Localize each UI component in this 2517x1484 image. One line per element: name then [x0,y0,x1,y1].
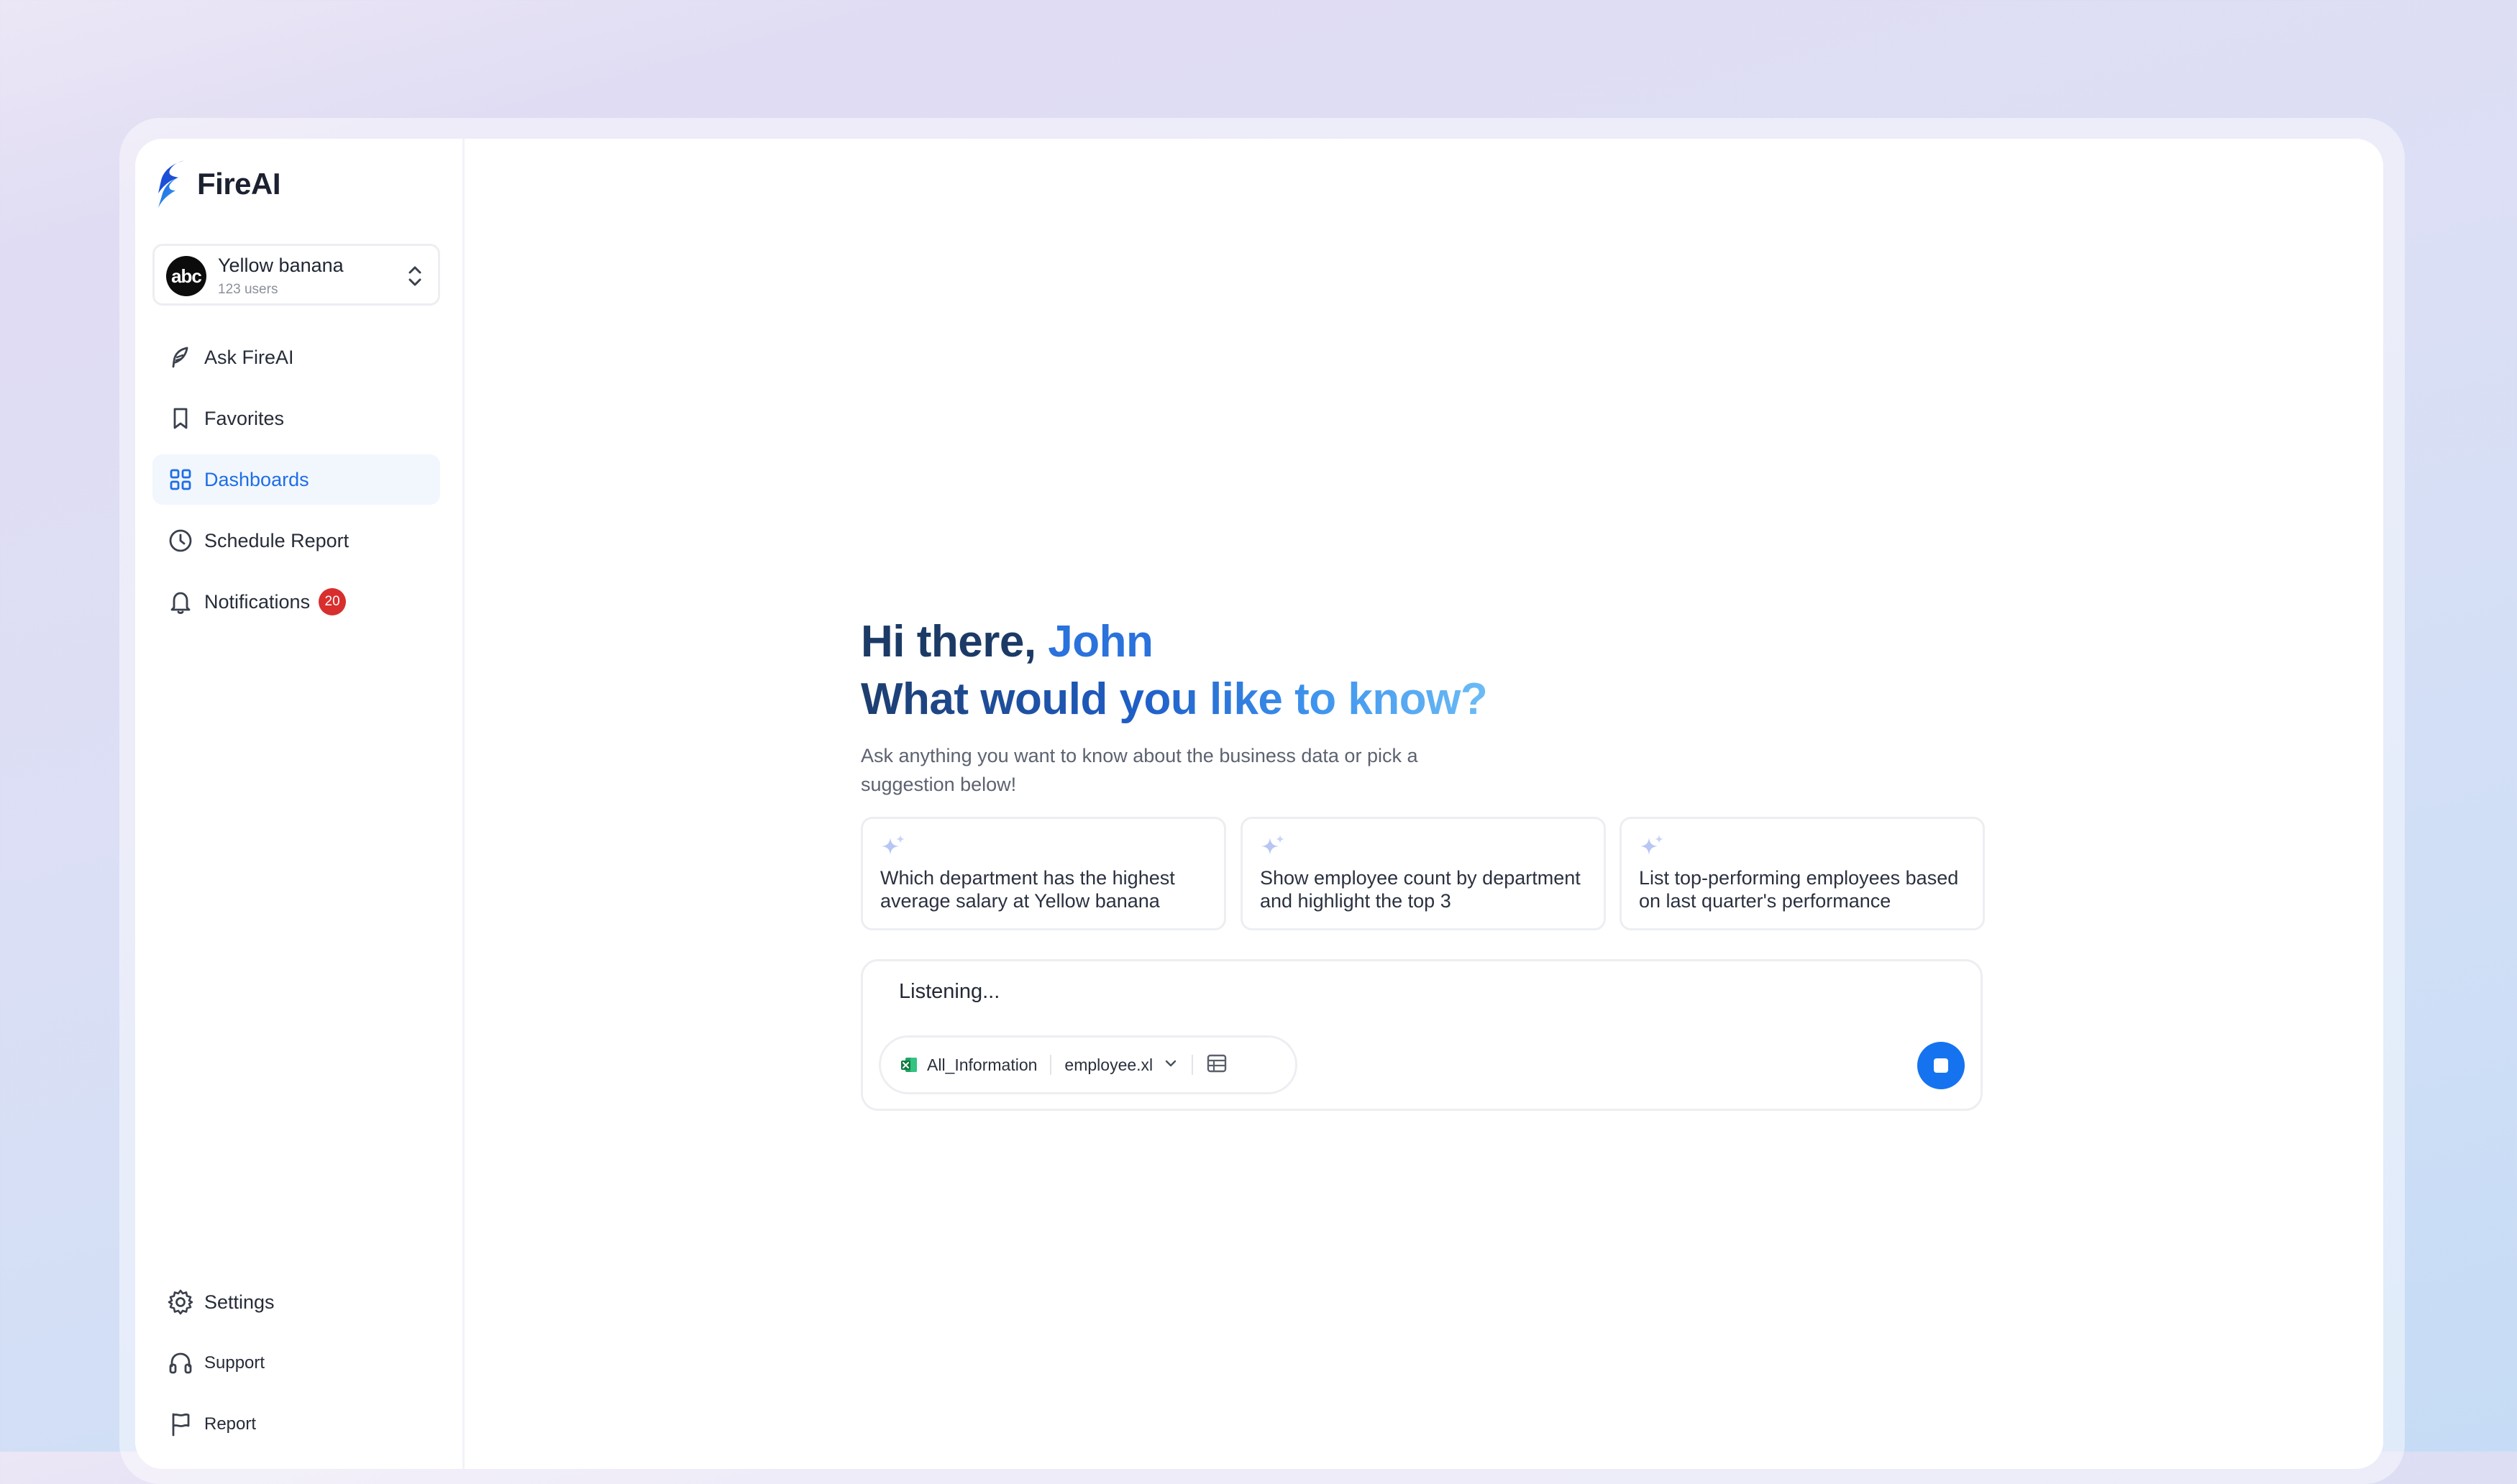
suggestion-text: List top-performing employees based on l… [1639,867,1959,912]
sparkle-icon [879,833,908,866]
workspace-name: Yellow banana [218,255,344,276]
greeting-prefix: Hi there, [861,617,1049,667]
grid-icon [167,466,194,493]
notification-count-badge: 20 [319,588,347,615]
brand-name: FireAI [197,167,281,201]
data-source-label: All_Information [927,1055,1038,1074]
greeting-line-1: Hi there, John [861,613,1487,671]
sidebar-item-label: Support [204,1353,265,1373]
suggestion-card[interactable]: Which department has the highest average… [861,817,1226,930]
sidebar-item-schedule-report[interactable]: Schedule Report [152,516,440,566]
table-icon [1206,1053,1228,1078]
greeting-heading: Hi there, John What would you like to kn… [861,613,1488,728]
table-view-button[interactable] [1206,1053,1228,1078]
sidebar-item-settings[interactable]: Settings [152,1277,440,1327]
workspace-avatar: abc [166,256,206,296]
sidebar-item-label: Notifications [204,590,311,613]
sidebar-item-notifications[interactable]: Notifications 20 [152,577,440,627]
sidebar-item-report[interactable]: Report [152,1399,440,1449]
sidebar-item-dashboards[interactable]: Dashboards [152,454,440,505]
clock-icon [167,527,194,554]
divider [1050,1055,1052,1075]
chat-input[interactable] [899,980,1834,1004]
brand-logo[interactable]: FireAI [154,159,281,209]
feather-icon [167,344,194,371]
chat-composer: All_Information employee.xl [861,959,1983,1111]
sparkle-icon [1637,833,1666,866]
app-window: FireAI abc Yellow banana 123 users Ask F… [135,139,2383,1469]
workspace-user-count: 123 users [218,282,278,297]
sidebar: FireAI abc Yellow banana 123 users Ask F… [135,139,465,1469]
workspace-switcher[interactable]: abc Yellow banana 123 users [152,244,440,306]
sidebar-item-label: Ask FireAI [204,346,294,368]
sidebar-item-ask-fireai[interactable]: Ask FireAI [152,332,440,383]
greeting-line-2: What would you like to know? [861,671,1488,728]
flag-icon [167,1411,194,1438]
bell-icon [167,588,194,615]
sidebar-item-favorites[interactable]: Favorites [152,393,440,444]
suggestion-text: Which department has the highest average… [880,867,1175,912]
chevron-down-icon [1163,1055,1179,1075]
fireai-logo-icon [154,159,188,209]
sparkle-icon [1258,833,1287,866]
suggestion-card[interactable]: List top-performing employees based on l… [1620,817,1985,930]
excel-icon [900,1055,918,1074]
sidebar-item-label: Schedule Report [204,529,350,551]
chevron-up-down-icon [405,262,425,294]
file-name: employee.xl [1064,1055,1154,1074]
stop-icon [1934,1058,1948,1073]
bookmark-icon [167,405,194,432]
gear-icon [167,1288,194,1316]
divider [1192,1055,1194,1075]
sidebar-item-label: Report [204,1414,257,1434]
data-source-pill: All_Information employee.xl [879,1035,1297,1094]
file-select-dropdown[interactable]: employee.xl [1064,1055,1179,1075]
greeting-subtitle: Ask anything you want to know about the … [861,745,1418,795]
sidebar-item-label: Dashboards [204,468,309,490]
greeting-user-name: John [1048,617,1154,667]
sidebar-item-support[interactable]: Support [152,1338,440,1388]
stop-recording-button[interactable] [1917,1042,1965,1089]
suggestion-text: Show employee count by department and hi… [1260,867,1581,912]
sidebar-item-label: Settings [204,1291,275,1313]
sidebar-item-label: Favorites [204,407,285,429]
headset-icon [167,1350,194,1377]
suggestion-card[interactable]: Show employee count by department and hi… [1241,817,1606,930]
